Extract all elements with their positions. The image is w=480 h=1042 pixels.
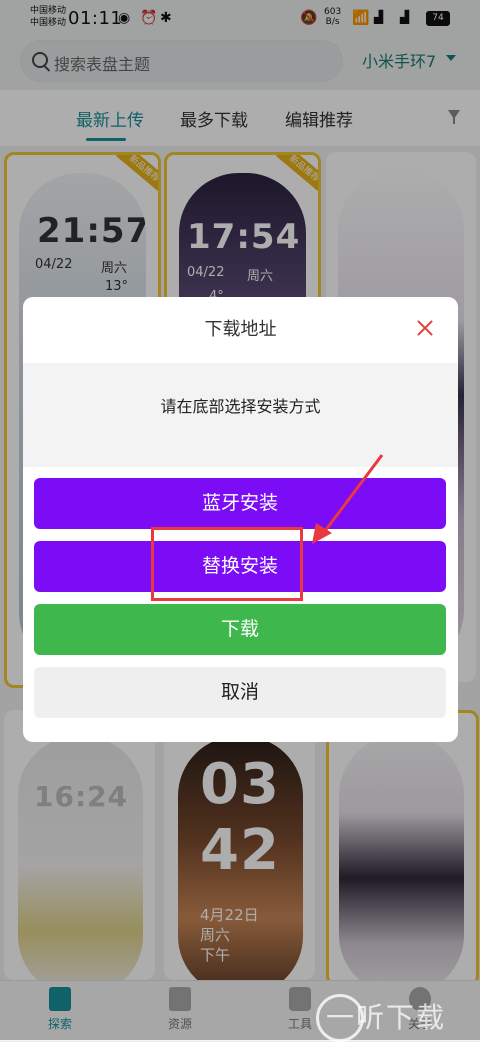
annotation-arrow-icon bbox=[312, 454, 384, 544]
watermark: 一听下载 bbox=[326, 1001, 447, 1034]
